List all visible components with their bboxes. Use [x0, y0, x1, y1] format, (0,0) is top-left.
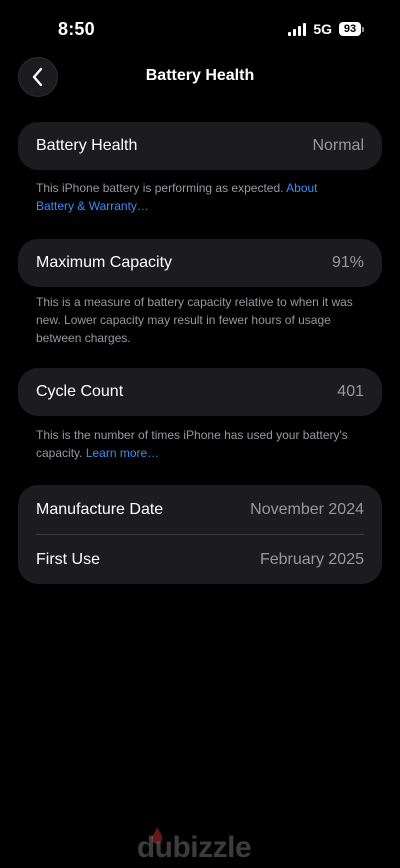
- battery-health-description: This iPhone battery is performing as exp…: [36, 181, 284, 195]
- battery-health-label: Battery Health: [36, 137, 138, 154]
- dates-group: Manufacture Date November 2024 First Use…: [18, 485, 382, 584]
- watermark-text: dubizzle: [136, 831, 252, 864]
- learn-more-link[interactable]: Learn more…: [86, 446, 159, 460]
- maximum-capacity-label: Maximum Capacity: [36, 254, 173, 271]
- maximum-capacity-row: Maximum Capacity 91%: [18, 239, 382, 287]
- cycle-count-label: Cycle Count: [36, 383, 124, 400]
- status-time: 8:50: [58, 19, 95, 39]
- first-use-label: First Use: [36, 550, 100, 568]
- battery-health-value: Normal: [312, 137, 364, 154]
- status-indicators: 5G 93: [288, 21, 364, 37]
- page-title: Battery Health: [145, 67, 255, 84]
- cellular-signal-icon: [288, 22, 307, 36]
- cycle-count-footnote: This is the number of times iPhone has u…: [36, 426, 356, 462]
- battery-health-row: Battery Health Normal: [18, 122, 382, 170]
- manufacture-date-value: November 2024: [250, 500, 364, 518]
- manufacture-date-row: Manufacture Date November 2024: [18, 485, 382, 534]
- battery-icon: 93: [339, 22, 364, 36]
- network-type: 5G: [313, 21, 332, 37]
- maximum-capacity-group: Maximum Capacity 91%: [18, 239, 382, 287]
- cycle-count-description: This is the number of times iPhone has u…: [36, 428, 348, 460]
- maximum-capacity-footnote: This is a measure of battery capacity re…: [36, 295, 353, 345]
- cycle-count-value: 401: [337, 383, 364, 400]
- cycle-count-group: Cycle Count 401: [18, 368, 382, 416]
- dubizzle-watermark: dubizzle: [0, 827, 400, 868]
- first-use-value: February 2025: [259, 550, 364, 568]
- battery-health-group: Battery Health Normal: [18, 122, 382, 170]
- battery-level: 93: [339, 22, 361, 36]
- first-use-row: First Use February 2025: [18, 535, 382, 584]
- battery-health-footnote: This iPhone battery is performing as exp…: [36, 179, 356, 215]
- maximum-capacity-value: 91%: [331, 254, 364, 271]
- cycle-count-row: Cycle Count 401: [18, 368, 382, 416]
- navigation-bar: Battery Health: [0, 56, 400, 98]
- manufacture-date-label: Manufacture Date: [36, 500, 164, 518]
- status-bar: 8:50 5G 93: [0, 0, 400, 52]
